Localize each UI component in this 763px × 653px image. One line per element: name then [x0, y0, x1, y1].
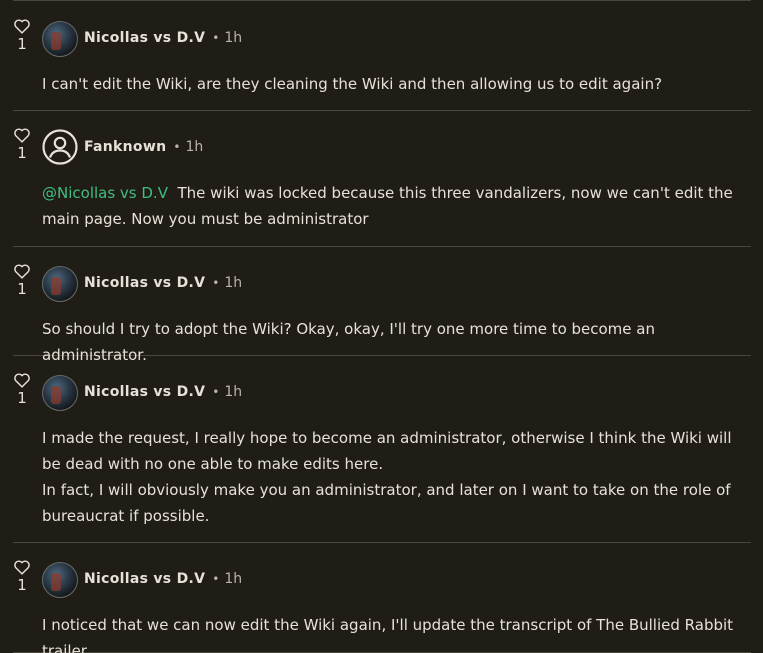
reply-header: Nicollas vs D.V • 1h [84, 383, 242, 401]
reply-header: Nicollas vs D.V • 1h [84, 274, 242, 292]
heart-outline-icon[interactable] [13, 372, 31, 388]
reply-body: I noticed that we can now edit the Wiki … [42, 612, 754, 653]
like-count: 1 [17, 35, 27, 53]
reply: 1 Nicollas vs D.V • 1h I can't edit the Wi… [13, 1, 751, 111]
avatar[interactable] [42, 562, 78, 598]
author-name[interactable]: Nicollas vs D.V [84, 275, 205, 291]
reply-body: I can't edit the Wiki, are they cleaning… [42, 71, 754, 97]
user-circle-icon[interactable] [42, 129, 78, 165]
separator-dot: • [173, 140, 181, 154]
avatar[interactable] [42, 266, 78, 302]
reply: 1 Nicollas vs D.V • 1h So should I try to … [13, 247, 751, 364]
heart-outline-icon[interactable] [13, 18, 31, 34]
reply-header: Nicollas vs D.V • 1h [84, 29, 242, 47]
separator-dot: • [212, 276, 220, 290]
heart-outline-icon[interactable] [13, 559, 31, 575]
separator-dot: • [212, 572, 220, 586]
like-count: 1 [17, 576, 27, 594]
author-name[interactable]: Nicollas vs D.V [84, 384, 205, 400]
avatar[interactable] [42, 21, 78, 57]
reply-text: I noticed that we can now edit the Wiki … [42, 616, 734, 653]
reply-text: @Nicollas vs D.V The wiki was locked bec… [42, 180, 754, 232]
like-count: 1 [17, 144, 27, 162]
user-mention[interactable]: @Nicollas vs D.V [42, 184, 168, 202]
timestamp[interactable]: 1h [224, 30, 242, 46]
timestamp[interactable]: 1h [224, 384, 242, 400]
reply-header: Fanknown • 1h [84, 138, 203, 156]
timestamp[interactable]: 1h [224, 571, 242, 587]
reply: 1 Fanknown • 1h @Nicollas vs D.V The wiki … [13, 111, 751, 247]
separator-dot: • [212, 31, 220, 45]
author-name[interactable]: Nicollas vs D.V [84, 30, 205, 46]
like-control[interactable]: 1 [13, 372, 31, 407]
reply: 1 Nicollas vs D.V • 1h I made the request,… [13, 356, 751, 543]
heart-outline-icon[interactable] [13, 127, 31, 143]
like-control[interactable]: 1 [13, 263, 31, 298]
reply-paragraph: In fact, I will obviously make you an ad… [42, 481, 731, 525]
reply-paragraph: I made the request, I really hope to bec… [42, 429, 732, 473]
reply: 1 Nicollas vs D.V • 1h I noticed that we c… [13, 543, 751, 653]
reply-body: I made the request, I really hope to bec… [42, 425, 754, 529]
avatar[interactable] [42, 375, 78, 411]
like-control[interactable]: 1 [13, 18, 31, 53]
heart-outline-icon[interactable] [13, 263, 31, 279]
separator-dot: • [212, 385, 220, 399]
author-name[interactable]: Nicollas vs D.V [84, 571, 205, 587]
reply-text: I can't edit the Wiki, are they cleaning… [42, 75, 663, 93]
reply-body: @Nicollas vs D.V The wiki was locked bec… [42, 180, 754, 232]
like-control[interactable]: 1 [13, 559, 31, 594]
reply-thread: 1 Nicollas vs D.V • 1h I can't edit the Wi… [0, 0, 763, 653]
timestamp[interactable]: 1h [185, 139, 203, 155]
like-control[interactable]: 1 [13, 127, 31, 162]
author-name[interactable]: Fanknown [84, 139, 166, 155]
reply-header: Nicollas vs D.V • 1h [84, 570, 242, 588]
timestamp[interactable]: 1h [224, 275, 242, 291]
like-count: 1 [17, 280, 27, 298]
like-count: 1 [17, 389, 27, 407]
